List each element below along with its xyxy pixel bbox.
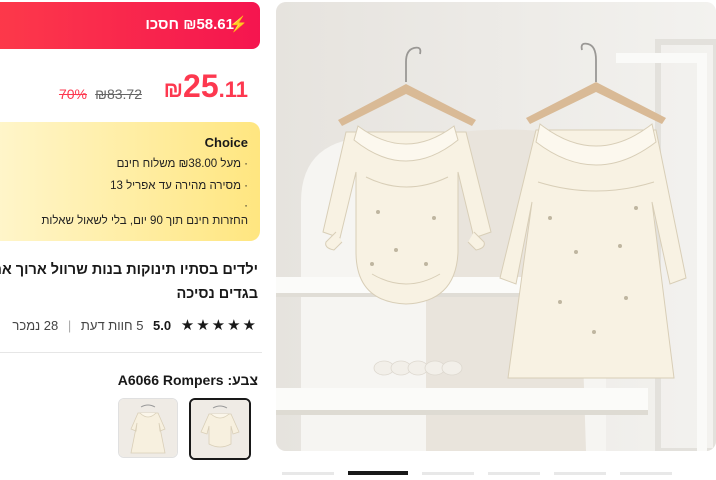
rating-score: 5.0 — [153, 318, 172, 333]
star-rating-icon: ★★★★★ — [180, 317, 258, 334]
fast-delivery-line: · מסירה מהירה עד אפריל 13 — [110, 180, 248, 192]
current-price: ₪25.11 — [158, 68, 248, 108]
discount-percent: 70% — [58, 86, 87, 102]
thumbnail-strip-edge — [276, 462, 716, 475]
price-decimal: .11 — [218, 77, 248, 102]
savings-text: ₪58.61 חסכו — [145, 16, 234, 33]
free-returns-line: החזרות חינם תוך 90 יום, בלי לשאול שאלות — [41, 215, 248, 227]
romper-thumbnail-image — [191, 400, 249, 458]
product-title: ילדים בסתיו תינוקות בנות שרוול ארוך אחיו… — [0, 258, 258, 306]
reviews-count[interactable]: 5 חוות דעת — [81, 318, 144, 333]
product-photo — [276, 2, 716, 451]
color-label: צבע: A6066 Rompers — [117, 372, 258, 388]
variant-thumb-rompers[interactable] — [189, 398, 251, 460]
product-title-line2: בגדים נסיכה — [176, 286, 258, 302]
free-shipping-line: · מעל ₪38.00 משלוח חינם — [116, 158, 248, 170]
original-price: ₪83.72 — [95, 86, 142, 102]
price-currency: ₪ — [163, 77, 184, 102]
product-title-line1: ילדים בסתיו תינוקות בנות שרוול ארוך אחיו… — [0, 262, 258, 278]
lightning-icon: ⚡ — [229, 16, 248, 33]
product-info-panel: ₪58.61 חסכו ⚡ ₪25.11 ₪83.72 70% Choice ·… — [0, 0, 262, 469]
price-integer: 25 — [183, 68, 219, 104]
divider — [0, 352, 262, 353]
bullet-line: · — [244, 200, 248, 212]
rating-separator: | — [67, 318, 72, 333]
savings-banner: ₪58.61 חסכו ⚡ — [0, 2, 260, 49]
thumbnail-strip-tops — [276, 471, 716, 475]
choice-title: Choice — [204, 135, 248, 150]
variant-thumb-dress[interactable] — [118, 398, 178, 458]
choice-benefits-box[interactable]: Choice · מעל ₪38.00 משלוח חינם · מסירה מ… — [0, 122, 260, 241]
dress-thumbnail-image — [119, 399, 177, 457]
sold-count: 28 נמכר — [12, 318, 59, 333]
rating-row[interactable]: ★★★★★ 5.0 5 חוות דעת | 28 נמכר — [12, 316, 258, 336]
main-product-image[interactable] — [276, 2, 716, 451]
